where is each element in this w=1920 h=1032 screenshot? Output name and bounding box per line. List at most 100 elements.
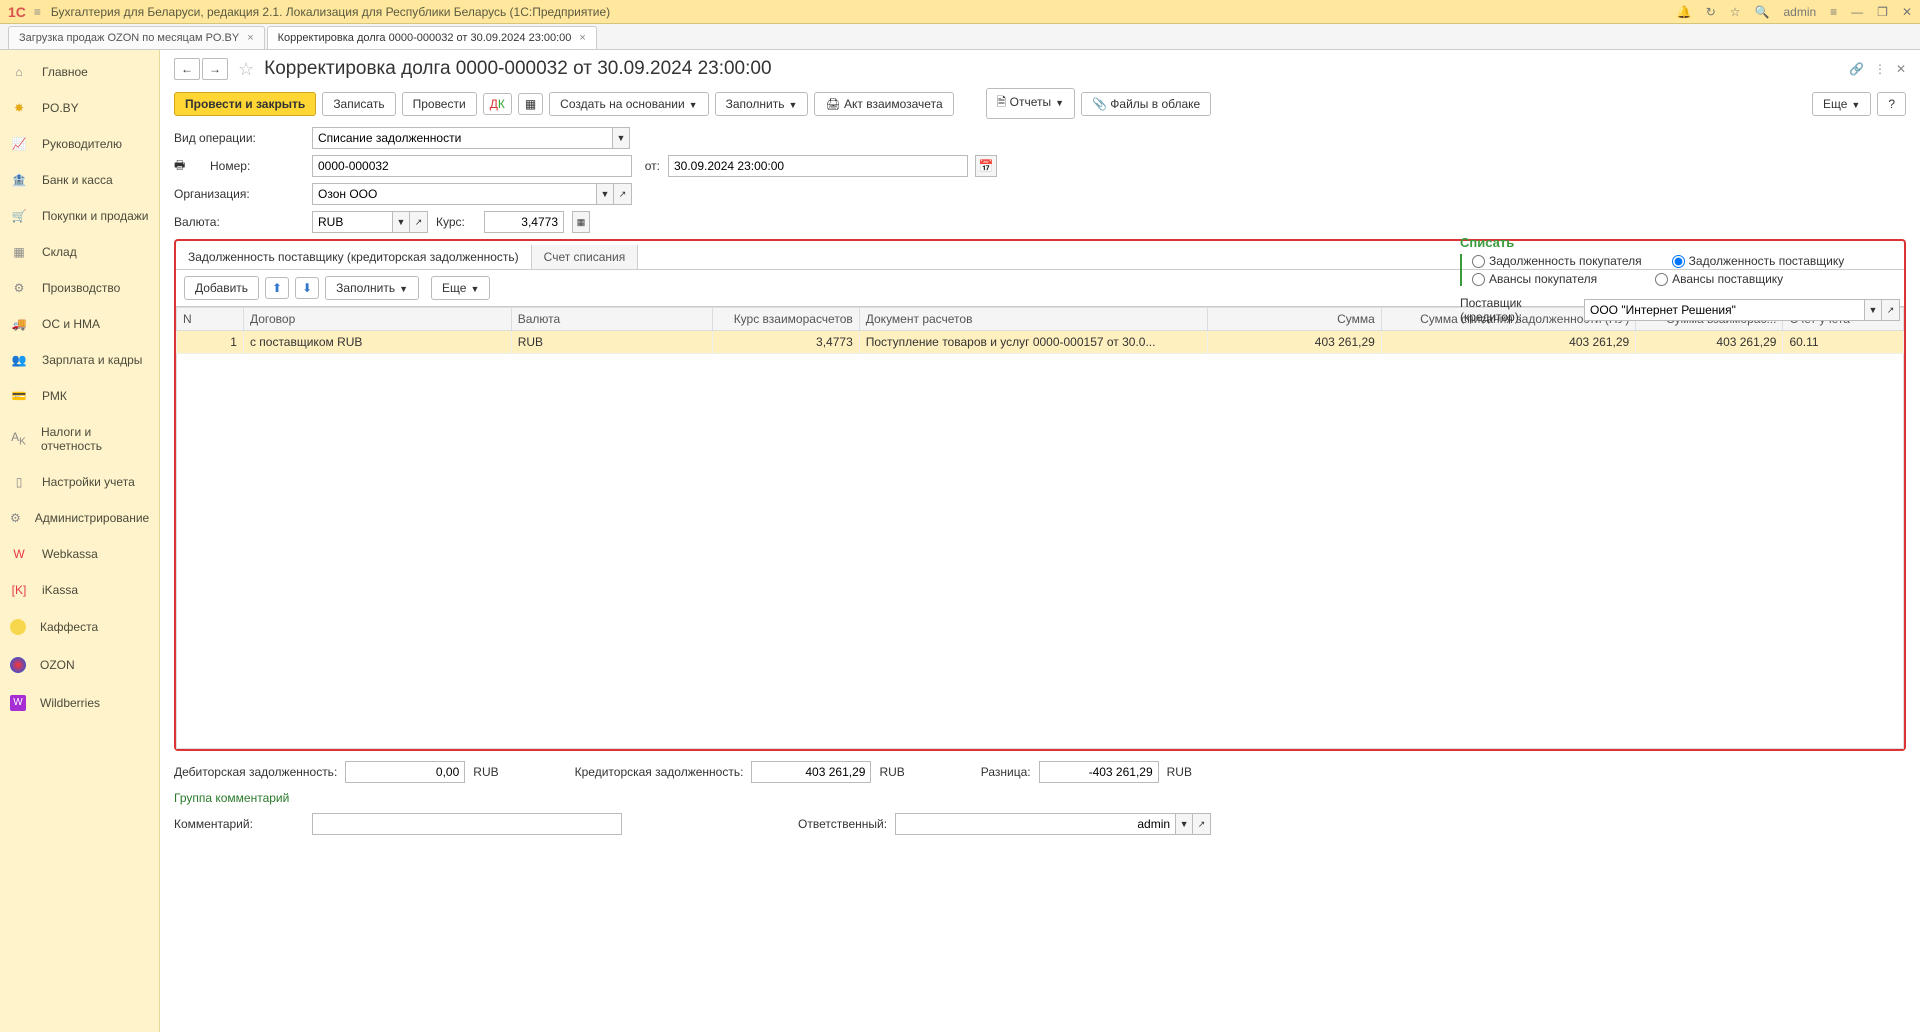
radio-buyer-advance[interactable]: Авансы покупателя: [1472, 272, 1597, 286]
link-icon[interactable]: 🔗: [1849, 62, 1864, 76]
oper-type-input[interactable]: [312, 127, 612, 149]
col-contract[interactable]: Договор: [243, 308, 511, 331]
act-button[interactable]: 🖨 Акт взаимозачета: [814, 92, 953, 116]
files-button[interactable]: 📎 Файлы в облаке: [1081, 92, 1211, 116]
diff-value[interactable]: [1039, 761, 1159, 783]
structure-button[interactable]: ▦: [518, 93, 543, 115]
kaffesta-icon: [10, 619, 26, 635]
radio-buyer-debt[interactable]: Задолженность покупателя: [1472, 254, 1642, 268]
sidebar-item-label: Покупки и продажи: [42, 209, 149, 223]
tab-writeoff-account[interactable]: Счет списания: [532, 245, 639, 269]
close-icon[interactable]: ✕: [1902, 5, 1912, 19]
main-content: ← → ☆ Корректировка долга 0000-000032 от…: [160, 50, 1920, 1032]
debit-value[interactable]: [345, 761, 465, 783]
radio-supplier-debt[interactable]: Задолженность поставщику: [1672, 254, 1845, 268]
sidebar-item-assets[interactable]: 🚚ОС и НМА: [0, 306, 159, 342]
sidebar-item-sales[interactable]: 🛒Покупки и продажи: [0, 198, 159, 234]
sidebar-item-production[interactable]: ⚙Производство: [0, 270, 159, 306]
sidebar-item-settings[interactable]: ▯Настройки учета: [0, 464, 159, 500]
sidebar-item-warehouse[interactable]: ▦Склад: [0, 234, 159, 270]
date-input[interactable]: [668, 155, 968, 177]
more-icon[interactable]: ⋮: [1874, 62, 1886, 76]
cell-doc: Поступление товаров и услуг 0000-000157 …: [859, 331, 1207, 354]
sidebar-item-rmk[interactable]: 💳РМК: [0, 378, 159, 414]
rate-input[interactable]: [484, 211, 564, 233]
sidebar-item-main[interactable]: ⌂Главное: [0, 54, 159, 90]
dropdown-icon[interactable]: ▼: [596, 183, 614, 205]
bell-icon[interactable]: 🔔: [1677, 5, 1692, 19]
col-n[interactable]: N: [177, 308, 244, 331]
radio-supplier-advance[interactable]: Авансы поставщику: [1655, 272, 1783, 286]
table-row[interactable]: 1 с поставщиком RUB RUB 3,4773 Поступлен…: [177, 331, 1904, 354]
calendar-icon[interactable]: 📅: [975, 155, 997, 177]
move-down-button[interactable]: ⬇: [295, 277, 319, 299]
history-icon[interactable]: ↻: [1706, 5, 1716, 19]
menu-icon[interactable]: ≡: [34, 5, 41, 19]
tab-debt-correction[interactable]: Корректировка долга 0000-000032 от 30.09…: [267, 26, 597, 49]
comment-input[interactable]: [312, 813, 622, 835]
col-currency[interactable]: Валюта: [511, 308, 712, 331]
fill-table-button[interactable]: Заполнить▼: [325, 276, 419, 300]
number-input[interactable]: [312, 155, 632, 177]
settings-icon[interactable]: ≡: [1830, 5, 1837, 19]
close-page-icon[interactable]: ✕: [1896, 62, 1906, 76]
search-icon[interactable]: 🔍: [1755, 5, 1770, 19]
close-icon[interactable]: ×: [579, 32, 585, 44]
resp-input[interactable]: [895, 813, 1175, 835]
create-on-button[interactable]: Создать на основании▼: [549, 92, 708, 116]
credit-value[interactable]: [751, 761, 871, 783]
col-rate[interactable]: Курс взаиморасчетов: [712, 308, 859, 331]
diff-label: Разница:: [981, 765, 1031, 779]
open-icon[interactable]: ↗: [1882, 299, 1900, 321]
dtkt-button[interactable]: ДК: [483, 93, 512, 115]
help-button[interactable]: ?: [1877, 92, 1906, 116]
save-button[interactable]: Записать: [322, 92, 395, 116]
sidebar-item-ozon[interactable]: OZON: [0, 646, 159, 684]
sidebar-item-admin[interactable]: ⚙Администрирование: [0, 500, 159, 536]
favorite-icon[interactable]: ☆: [238, 59, 254, 80]
currency-label: Валюта:: [174, 215, 304, 229]
open-icon[interactable]: ↗: [1193, 813, 1211, 835]
restore-icon[interactable]: ❐: [1877, 5, 1888, 19]
back-button[interactable]: ←: [174, 58, 200, 80]
sidebar-item-webkassa[interactable]: WWebkassa: [0, 536, 159, 572]
col-sum[interactable]: Сумма: [1207, 308, 1381, 331]
fill-button[interactable]: Заполнить▼: [715, 92, 809, 116]
add-button[interactable]: Добавить: [184, 276, 259, 300]
star-icon[interactable]: ☆: [1730, 5, 1741, 19]
more-button[interactable]: Еще▼: [1812, 92, 1871, 116]
sidebar-item-payroll[interactable]: 👥Зарплата и кадры: [0, 342, 159, 378]
sidebar-item-wildberries[interactable]: WWildberries: [0, 684, 159, 722]
sidebar-item-kaffesta[interactable]: Каффеста: [0, 608, 159, 646]
open-icon[interactable]: ↗: [614, 183, 632, 205]
reports-button[interactable]: 🗎 Отчеты▼: [986, 88, 1075, 119]
more-table-button[interactable]: Еще▼: [431, 276, 490, 300]
dropdown-icon[interactable]: ▼: [1864, 299, 1882, 321]
sidebar-item-bank[interactable]: 🏦Банк и касса: [0, 162, 159, 198]
group-comment-link[interactable]: Группа комментарий: [174, 791, 1906, 805]
sidebar-item-poby[interactable]: ✸PO.BY: [0, 90, 159, 126]
label: Файлы в облаке: [1110, 97, 1200, 111]
currency-input[interactable]: [312, 211, 392, 233]
dropdown-icon[interactable]: ▼: [392, 211, 410, 233]
post-close-button[interactable]: Провести и закрыть: [174, 92, 316, 116]
creditor-input[interactable]: [1584, 299, 1864, 321]
close-icon[interactable]: ×: [247, 32, 253, 44]
forward-button[interactable]: →: [202, 58, 228, 80]
calc-icon[interactable]: ▦: [572, 211, 590, 233]
col-doc[interactable]: Документ расчетов: [859, 308, 1207, 331]
dropdown-icon[interactable]: ▼: [612, 127, 630, 149]
tab-supplier-debt[interactable]: Задолженность поставщику (кредиторская з…: [176, 245, 532, 269]
sidebar-item-taxes[interactable]: AKНалоги и отчетность: [0, 414, 159, 464]
sidebar-item-manager[interactable]: 📈Руководителю: [0, 126, 159, 162]
open-icon[interactable]: ↗: [410, 211, 428, 233]
dropdown-icon[interactable]: ▼: [1175, 813, 1193, 835]
tab-ozon-load[interactable]: Загрузка продаж OZON по месяцам PO.BY ×: [8, 26, 265, 49]
minimize-icon[interactable]: —: [1851, 5, 1863, 19]
table-empty-area[interactable]: [176, 354, 1904, 749]
post-button[interactable]: Провести: [402, 92, 477, 116]
org-input[interactable]: [312, 183, 596, 205]
user-label[interactable]: admin: [1783, 5, 1816, 19]
move-up-button[interactable]: ⬆: [265, 277, 289, 299]
sidebar-item-ikassa[interactable]: [K]iKassa: [0, 572, 159, 608]
